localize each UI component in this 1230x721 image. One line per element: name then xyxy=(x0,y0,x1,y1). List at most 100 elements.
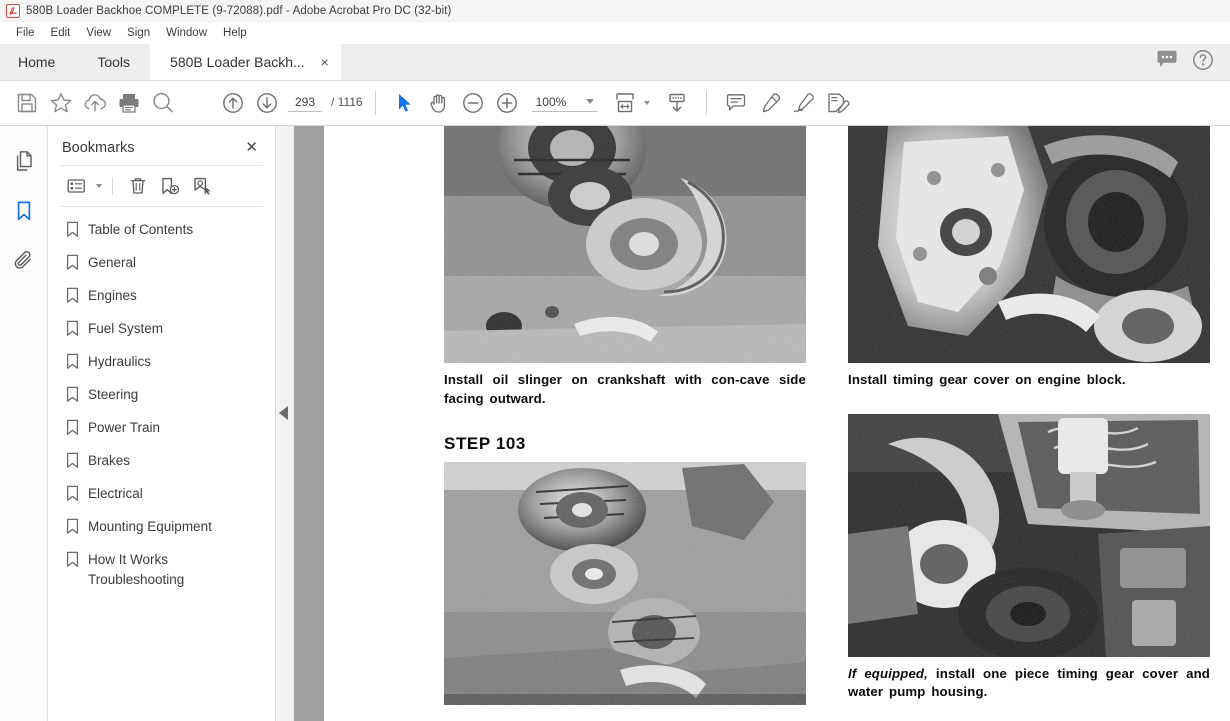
delete-bookmark-trash-icon[interactable] xyxy=(123,173,153,199)
bookmark-item-mounting-equipment[interactable]: Mounting Equipment xyxy=(48,512,275,545)
toolbar-divider-2 xyxy=(705,91,707,115)
caption-install-timing-gear-cover: Install timing gear cover on engine bloc… xyxy=(848,372,1126,387)
caption-install-oil-slinger: Install oil slinger on crankshaft with c… xyxy=(444,372,806,406)
tab-strip: Home Tools 580B Loader Backh... × xyxy=(0,44,1230,81)
draw-freehand-icon[interactable] xyxy=(787,87,821,119)
bookmark-label: How It Works Troubleshooting xyxy=(88,552,185,587)
tab-strip-filler xyxy=(340,44,1156,80)
hand-pan-icon[interactable] xyxy=(422,87,456,119)
tab-home[interactable]: Home xyxy=(0,44,78,80)
bookmarks-icon[interactable] xyxy=(7,194,41,228)
page-column-right: Install timing gear cover on engine bloc… xyxy=(848,126,1210,721)
tab-document[interactable]: 580B Loader Backh... × xyxy=(150,44,341,80)
page-number-input[interactable] xyxy=(288,94,322,112)
add-comment-icon[interactable] xyxy=(719,87,753,119)
menu-bar: File Edit View Sign Window Help xyxy=(0,22,1230,44)
bookmark-item-hydraulics[interactable]: Hydraulics xyxy=(48,347,275,380)
document-margin-shadow xyxy=(294,126,324,721)
page-display-icon[interactable] xyxy=(660,87,694,119)
previous-page-icon[interactable] xyxy=(216,87,250,119)
select-cursor-icon[interactable] xyxy=(388,87,422,119)
fill-and-sign-icon[interactable] xyxy=(821,87,855,119)
bookmark-item-how-it-works-troubleshooting[interactable]: How It Works Troubleshooting xyxy=(48,545,275,595)
zoom-out-minus-icon[interactable] xyxy=(456,87,490,119)
bookmarks-toolbar xyxy=(48,166,275,206)
add-to-favorites-star-icon[interactable] xyxy=(44,87,78,119)
bookmark-flag-icon xyxy=(66,353,79,375)
bookmark-label: Brakes xyxy=(88,453,131,468)
bookmark-flag-icon xyxy=(66,386,79,408)
step-label: STEP 103 xyxy=(444,434,526,453)
bookmark-item-fuel-system[interactable]: Fuel System xyxy=(48,314,275,347)
menu-edit[interactable]: Edit xyxy=(43,26,79,40)
zoom-level-value: 100% xyxy=(535,94,567,109)
zoom-level-selector[interactable]: 100% xyxy=(531,94,598,112)
bookmark-item-general[interactable]: General xyxy=(48,248,275,281)
bookmark-item-electrical[interactable]: Electrical xyxy=(48,479,275,512)
collapse-panel-arrow-icon[interactable] xyxy=(279,406,288,420)
menu-file[interactable]: File xyxy=(8,26,43,40)
bookmark-label: Engines xyxy=(88,288,137,303)
bookmark-label: General xyxy=(88,255,137,270)
menu-sign[interactable]: Sign xyxy=(119,26,158,40)
bookmark-flag-icon xyxy=(66,419,79,441)
bookmarks-panel-title: Bookmarks xyxy=(62,139,135,156)
bookmarks-panel-header: Bookmarks ✕ xyxy=(48,126,275,165)
main-toolbar: / 1116 100% xyxy=(0,81,1230,126)
app-body: Bookmarks ✕ Table of Contents General En… xyxy=(0,126,1230,721)
caption-emphasis: If equipped, xyxy=(848,665,928,681)
close-icon[interactable]: × xyxy=(317,55,333,69)
bookmark-item-power-train[interactable]: Power Train xyxy=(48,413,275,446)
document-viewport[interactable]: Install oil slinger on crankshaft with c… xyxy=(324,126,1230,721)
menu-window[interactable]: Window xyxy=(158,26,215,40)
chevron-down-icon xyxy=(585,99,594,104)
bookmark-flag-icon xyxy=(66,320,79,342)
bookmark-flag-icon xyxy=(66,221,79,243)
acrobat-window: 580B Loader Backhoe COMPLETE (9-72088).p… xyxy=(0,0,1230,721)
save-icon[interactable] xyxy=(10,87,44,119)
fit-width-chevron-down-icon[interactable] xyxy=(643,101,650,105)
tab-document-label: 580B Loader Backh... xyxy=(170,54,305,70)
photo-step-103-timing-gears xyxy=(444,462,806,705)
bookmark-flag-icon xyxy=(66,254,79,276)
next-page-icon[interactable] xyxy=(250,87,284,119)
print-icon[interactable] xyxy=(112,87,146,119)
bookmark-flag-icon xyxy=(66,518,79,540)
bookmark-target-icon[interactable] xyxy=(187,173,217,199)
bookmark-item-brakes[interactable]: Brakes xyxy=(48,446,275,479)
page-thumbnails-icon[interactable] xyxy=(7,144,41,178)
bookmark-item-engines[interactable]: Engines xyxy=(48,281,275,314)
attachments-paperclip-icon[interactable] xyxy=(7,244,41,278)
bookmark-label: Electrical xyxy=(88,486,143,501)
menu-view[interactable]: View xyxy=(78,26,119,40)
photo-install-oil-slinger xyxy=(444,126,806,363)
comment-bubble-icon[interactable] xyxy=(1156,50,1178,74)
bookmark-flag-icon xyxy=(66,551,79,573)
toolbar-divider-1 xyxy=(374,91,376,115)
page-columns: Install oil slinger on crankshaft with c… xyxy=(324,126,1230,721)
bookmark-item-table-of-contents[interactable]: Table of Contents xyxy=(48,215,275,248)
help-circle-icon[interactable] xyxy=(1192,49,1214,76)
tab-tools[interactable]: Tools xyxy=(77,44,151,80)
zoom-in-plus-icon[interactable] xyxy=(490,87,524,119)
bookmark-label: Table of Contents xyxy=(88,222,194,237)
bookmark-options-list-icon[interactable] xyxy=(62,173,92,199)
menu-help[interactable]: Help xyxy=(215,26,255,40)
new-bookmark-icon[interactable] xyxy=(155,173,185,199)
close-icon[interactable]: ✕ xyxy=(242,138,261,157)
photo-install-timing-gear-cover xyxy=(848,126,1210,363)
bookmark-item-steering[interactable]: Steering xyxy=(48,380,275,413)
navigation-rail xyxy=(0,126,48,721)
bookmark-label: Fuel System xyxy=(88,321,164,336)
bookmark-flag-icon xyxy=(66,452,79,474)
pdf-page: Install oil slinger on crankshaft with c… xyxy=(324,126,1230,721)
highlight-marker-icon[interactable] xyxy=(753,87,787,119)
bookmarks-panel: Bookmarks ✕ Table of Contents General En… xyxy=(48,126,276,721)
bookmark-label: Steering xyxy=(88,387,139,402)
bookmark-options-chevron-down-icon[interactable] xyxy=(96,184,102,188)
upload-cloud-icon[interactable] xyxy=(78,87,112,119)
find-search-icon[interactable] xyxy=(146,87,180,119)
tab-tools-label: Tools xyxy=(97,54,131,70)
fit-width-icon[interactable] xyxy=(608,87,642,119)
panel-resize-strip[interactable] xyxy=(276,126,294,721)
